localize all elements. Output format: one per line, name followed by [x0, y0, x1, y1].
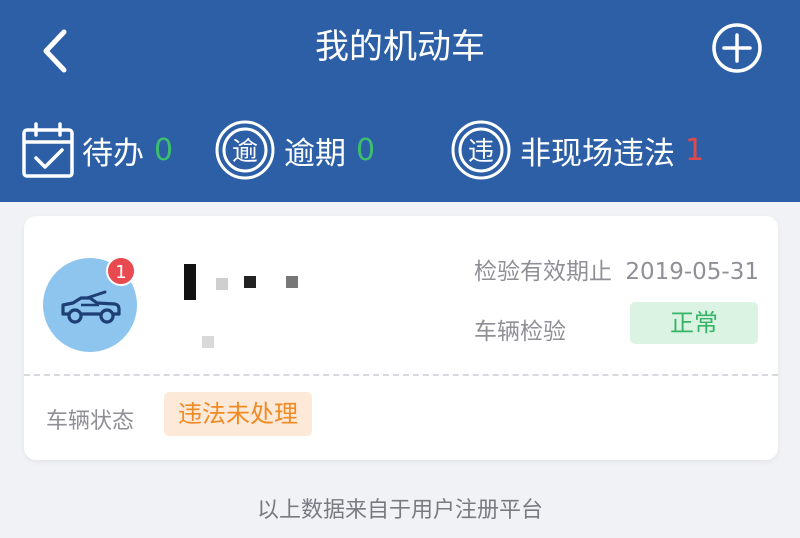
plate-mask [216, 278, 228, 290]
stat-todo-count: 0 [154, 132, 174, 168]
vehicle-state-label: 车辆状态 [46, 409, 135, 434]
inspection-label: 车辆检验 [474, 319, 566, 345]
overdue-icon: 逾 [215, 120, 275, 180]
data-source-note: 以上数据来自于用户注册平台 [256, 498, 543, 523]
svg-text:逾: 逾 [232, 137, 258, 167]
vehicle-state-badge: 违法未处理 [164, 392, 312, 436]
dashed-divider [24, 374, 778, 376]
page-title: 我的机动车 [315, 27, 485, 67]
violation-icon: 违 [451, 120, 511, 180]
stat-violation[interactable]: 违 非现场违法 1 [450, 118, 704, 182]
plate-mask [184, 264, 196, 300]
stat-overdue[interactable]: 逾 逾期 0 [214, 118, 375, 182]
stat-overdue-label: 逾期 [284, 135, 346, 172]
stat-todo[interactable]: 待办 0 [20, 118, 173, 182]
plate-mask [286, 276, 298, 288]
stat-violation-count: 1 [685, 132, 705, 168]
stat-violation-label: 非现场违法 [520, 135, 675, 172]
vehicle-card[interactable]: 1 检验有效期止 2019-05-31 车辆检验 正常 车辆状态 违法未处理 [24, 216, 778, 460]
inspection-date-value: 2019-05-31 [625, 259, 759, 285]
inspection-date-row: 检验有效期止 2019-05-31 [474, 252, 764, 286]
stat-todo-label: 待办 [82, 135, 144, 172]
plus-circle-icon[interactable] [711, 22, 763, 74]
inspection-date-label: 检验有效期止 [474, 259, 612, 285]
stat-overdue-count: 0 [356, 132, 376, 168]
plate-mask [202, 336, 214, 348]
calendar-check-icon [22, 122, 74, 178]
inspection-status-badge: 正常 [630, 302, 758, 344]
plate-mask [244, 276, 256, 288]
notification-badge: 1 [106, 256, 136, 286]
svg-text:违: 违 [468, 137, 494, 167]
app-header: 我的机动车 待办 0 逾 逾期 0 违 非现场违法 1 [0, 0, 800, 202]
